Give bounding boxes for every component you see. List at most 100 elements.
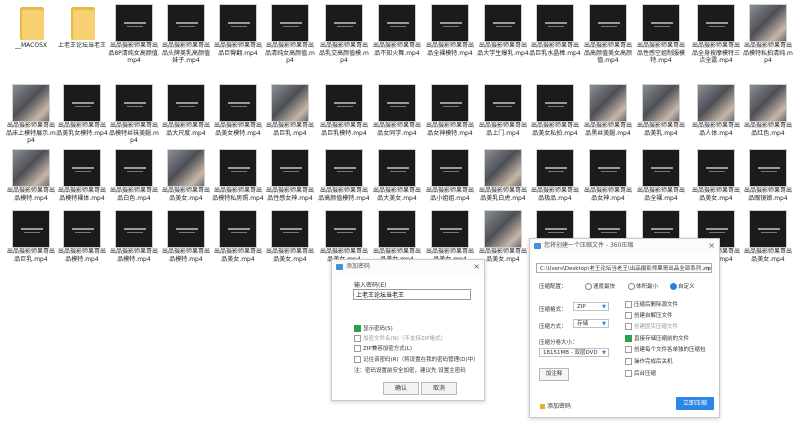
video-file-item[interactable]: 出品摄影师果哥出品性感女神.mp4 — [264, 147, 316, 211]
video-file-item[interactable]: 出品摄影师果哥出品大美女.mp4 — [371, 147, 423, 211]
video-file-item[interactable]: 出品摄影师果哥出品巨乳模特.mp4 — [318, 82, 370, 146]
video-file-item[interactable]: 出品摄影师果哥出品巨乳.mp4 — [264, 82, 316, 146]
video-file-item[interactable]: 出品摄影师果哥出品全裸模特.mp4 — [424, 2, 476, 66]
compress-now-button[interactable]: 立即压缩 — [676, 397, 714, 410]
video-file-item[interactable]: 出品摄影师果哥出品巨臀翻.mp4 — [212, 2, 264, 66]
size-radio[interactable]: 体积最小 — [628, 282, 658, 290]
video-file-item[interactable]: 出品摄影师果哥出品模特.mp4 — [108, 208, 160, 272]
video-file-item[interactable]: 出品摄影师果哥出品美女.mp4 — [690, 147, 742, 211]
video-file-item[interactable]: 出品摄影师果哥出品不知火舞.mp4 — [371, 2, 423, 66]
split-select[interactable]: 18151MB - 双层DVD ▼ — [539, 348, 609, 357]
video-thumbnail-icon — [219, 4, 257, 42]
video-file-item[interactable]: 出品摄影师果哥出品人体.mp4 — [690, 82, 742, 146]
video-file-item[interactable]: 出品摄影师果哥出品美乳白虎.mp4 — [477, 147, 529, 211]
video-file-item[interactable]: 出品摄影师果哥出品美乳.mp4 — [635, 82, 687, 146]
archive-path-field[interactable]: C:\Users\Desktop\老王论坛当老王\出品摄影师果哥出品全部系列.z… — [536, 263, 712, 273]
encrypt-names-checkbox[interactable]: 加密文件名(N)（不支持ZIP格式） — [354, 334, 446, 342]
video-file-item[interactable]: 出品摄影师果哥出品美女.mp4 — [742, 208, 794, 272]
ok-button[interactable]: 确认 — [383, 382, 419, 395]
video-thumbnail-icon — [697, 84, 735, 122]
video-file-item[interactable]: 出品摄影师果哥出品女神模特.mp4 — [424, 82, 476, 146]
checkbox-icon — [354, 335, 361, 342]
video-file-item[interactable]: 出品摄影师果哥出品乳交高颜值模.mp4 — [318, 2, 370, 66]
folder-icon[interactable]: ▾ — [707, 264, 710, 272]
video-file-item[interactable]: 出品摄影师果哥出品模特.mp4 — [5, 147, 57, 211]
video-file-item[interactable]: 出品摄影师果哥出品性感空姐制服模特.mp4 — [635, 2, 687, 66]
zip-compat-checkbox[interactable]: ZIP兼容加密方式(L) — [354, 344, 412, 352]
show-password-checkbox[interactable]: 显示密码(S) — [354, 324, 393, 332]
file-name: 出品摄影师果哥出品女神模特.mp4 — [425, 122, 474, 137]
option-checkbox[interactable]: 直接存储压缩前的文件 — [625, 334, 689, 342]
folder-item[interactable]: 上老王论坛当老王 — [56, 2, 108, 66]
note-text: 注：密码设置前安全加密，建议先 设置主密码 — [354, 368, 466, 374]
video-file-item[interactable]: 出品摄影师果哥出品小姐姐.mp4 — [424, 147, 476, 211]
zip-compat-label: ZIP兼容加密方式(L) — [363, 346, 413, 352]
custom-radio[interactable]: 自定义 — [670, 282, 695, 290]
speed-radio[interactable]: 速度最快 — [585, 282, 615, 290]
video-thumbnail-icon — [325, 210, 363, 248]
video-file-item[interactable]: 出品摄影师果哥出品床上模特展示.mp4 — [5, 82, 57, 146]
video-file-item[interactable]: 出品摄影师果哥出品美女私拍.mp4 — [529, 82, 581, 146]
file-name: 出品摄影师果哥出品人体.mp4 — [691, 122, 740, 137]
option-checkbox[interactable]: 创建每个文件各单独的压缩包 — [625, 345, 706, 353]
video-file-item[interactable]: 出品摄影师果哥出品美乳女模特.mp4 — [56, 82, 108, 146]
dialog-titlebar: 您将创建一个压缩文件 - 360压缩 × — [530, 239, 719, 253]
option-checkbox[interactable]: 创建固实压缩文件 — [625, 322, 678, 330]
remember-password-checkbox[interactable]: 记住该密码(R)（将设置在我的密码管理(D)中） — [354, 355, 479, 363]
video-file-item[interactable]: 出品摄影师果哥出品全裸.mp4 — [635, 147, 687, 211]
video-file-item[interactable]: 出品摄影师果哥出品模特丝袜美腿.mp4 — [108, 82, 160, 146]
video-file-item[interactable]: 出品摄影师果哥出品巨乳水晶棒.mp4 — [529, 2, 581, 66]
cancel-button[interactable]: 取消 — [421, 382, 457, 395]
video-file-item[interactable]: 出品摄影师果哥出品黑丝美腿.mp4 — [582, 82, 634, 146]
video-file-item[interactable]: 出品摄影师果哥出品模特私拍清纯.mp4 — [742, 2, 794, 66]
video-file-item[interactable]: 出品摄影师果哥出品高颜值美女高颜值.mp4 — [582, 2, 634, 66]
video-thumbnail-icon — [431, 4, 469, 42]
password-input[interactable] — [353, 289, 471, 300]
video-file-item[interactable]: 出品摄影师果哥出品头牌美乳高颜值妹子.mp4 — [160, 2, 212, 66]
video-file-item[interactable]: 出品摄影师果哥出品模特.mp4 — [56, 208, 108, 272]
video-file-item[interactable]: 出品摄影师果哥出品眼镜娘.mp4 — [742, 147, 794, 211]
video-file-item[interactable]: 出品摄影师果哥出品美女.mp4 — [264, 208, 316, 272]
video-file-item[interactable]: 出品摄影师果哥出品女神.mp4 — [582, 147, 634, 211]
video-file-item[interactable]: 出品摄影师果哥出品美女.mp4 — [160, 147, 212, 211]
video-file-item[interactable]: 出品摄影师果哥出品上门.mp4 — [477, 82, 529, 146]
file-name: 出品摄影师果哥出品模特私拍清纯.mp4 — [743, 42, 793, 64]
video-file-item[interactable]: 出品摄影师果哥出品8P清纯女高颜值.mp4 — [108, 2, 160, 66]
video-file-item[interactable]: 出品摄影师果哥出品大学生爆乳.mp4 — [477, 2, 529, 66]
close-icon[interactable]: × — [708, 239, 715, 253]
option-checkbox[interactable]: 后台压缩 — [625, 369, 656, 377]
option-checkbox[interactable]: 创建自解压文件 — [625, 311, 673, 319]
video-file-item[interactable]: 出品摄影师果哥出品全身按摩模特三点全露.mp4 — [690, 2, 742, 66]
method-select[interactable]: 存储 ▼ — [573, 319, 609, 328]
video-file-item[interactable]: 出品摄影师果哥出品极品.mp4 — [529, 147, 581, 211]
video-thumbnail-icon — [63, 210, 101, 248]
file-name: 出品摄影师果哥出品模特.mp4 — [57, 248, 106, 263]
video-file-item[interactable]: 出品摄影师果哥出品模特裸体.mp4 — [56, 147, 108, 211]
video-thumbnail-icon — [536, 149, 574, 187]
video-file-item[interactable]: 出品摄影师果哥出品白色.mp4 — [108, 147, 160, 211]
close-icon[interactable]: × — [473, 260, 480, 274]
video-file-item[interactable]: 出品摄影师果哥出品巨乳.mp4 — [5, 208, 57, 272]
option-checkbox[interactable]: 操作完成后关机 — [625, 357, 673, 365]
video-file-item[interactable]: 出品摄影师果哥出品美女.mp4 — [212, 208, 264, 272]
file-name: __MACOSX — [14, 42, 47, 49]
add-password-link[interactable]: 添加密码 — [540, 401, 571, 410]
option-checkbox[interactable]: 压缩后删除源文件 — [625, 300, 678, 308]
split-label: 压缩分卷大小： — [539, 340, 578, 346]
video-file-item[interactable]: 出品摄影师果哥出品红色.mp4 — [742, 82, 794, 146]
video-file-item[interactable]: 出品摄影师果哥出品大尺度.mp4 — [160, 82, 212, 146]
checkbox-icon — [354, 345, 361, 352]
video-file-item[interactable]: 出品摄影师果哥出品模特私房照.mp4 — [212, 147, 264, 211]
add-comment-button[interactable]: 加注释 — [539, 368, 569, 381]
format-select[interactable]: ZIP ▼ — [573, 302, 609, 311]
video-file-item[interactable]: 出品摄影师果哥出品模特.mp4 — [160, 208, 212, 272]
video-thumbnail-icon — [12, 84, 50, 122]
video-file-item[interactable]: 出品摄影师果哥出品清纯女高颜值.mp4 — [264, 2, 316, 66]
video-file-item[interactable]: 出品摄影师果哥出品美女模特.mp4 — [212, 82, 264, 146]
folder-item[interactable]: __MACOSX — [5, 2, 57, 66]
video-thumbnail-icon — [749, 4, 787, 42]
video-file-item[interactable]: 出品摄影师果哥出品女同学.mp4 — [371, 82, 423, 146]
file-name: 出品摄影师果哥出品床上模特展示.mp4 — [6, 122, 56, 144]
video-file-item[interactable]: 出品摄影师果哥出品高颜值模特.mp4 — [318, 147, 370, 211]
video-thumbnail-icon — [378, 210, 416, 248]
